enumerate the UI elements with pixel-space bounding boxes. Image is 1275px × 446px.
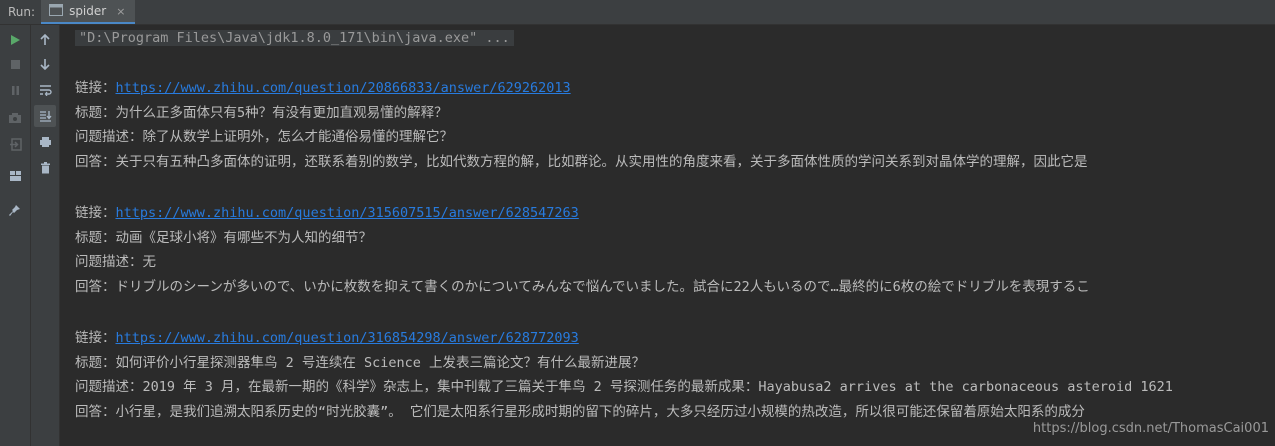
rerun-icon[interactable]: [4, 29, 26, 51]
command-line: "D:\Program Files\Java\jdk1.8.0_171\bin\…: [75, 28, 514, 48]
pause-icon[interactable]: [4, 79, 26, 101]
run-actions-toolbar: [0, 25, 31, 446]
arrow-down-icon[interactable]: [34, 53, 56, 75]
entry-title: 标题：为什么正多面体只有5种？有没有更加直观易懂的解释？: [75, 105, 448, 121]
answer-link[interactable]: https://www.zhihu.com/question/316854298…: [116, 330, 579, 346]
answer-link[interactable]: https://www.zhihu.com/question/20866833/…: [116, 80, 571, 96]
trash-icon[interactable]: [34, 157, 56, 179]
pin-icon[interactable]: [4, 199, 26, 221]
arrow-up-icon[interactable]: [34, 29, 56, 51]
entry-answer: 回答：关于只有五种凸多面体的证明，还联系着别的数学，比如代数方程的解，比如群论。…: [75, 154, 1088, 170]
tab-spider[interactable]: spider ×: [41, 0, 136, 24]
entry-description: 问题描述：无: [75, 254, 156, 270]
camera-icon[interactable]: [4, 107, 26, 129]
run-tool-window-header: Run: spider ×: [0, 0, 1275, 25]
exit-icon[interactable]: [4, 133, 26, 155]
entry-description: 问题描述：2019 年 3 月，在最新一期的《科学》杂志上，集中刊载了三篇关于隼…: [75, 379, 1173, 395]
entry-answer: 回答：ドリブルのシーンが多いので、いかに枚数を抑えて書くのかについてみんなで悩ん…: [75, 279, 1090, 295]
watermark: https://blog.csdn.net/ThomasCai001: [1032, 421, 1269, 436]
entry-answer: 回答：小行星，是我们追溯太阳系历史的“时光胶囊”。 它们是太阳系行星形成时期的留…: [75, 404, 1085, 420]
console-icon: [49, 3, 64, 19]
entry-description: 问题描述：除了从数学上证明外，怎么才能通俗易懂的理解它？: [75, 129, 453, 145]
tab-label: spider: [69, 4, 107, 18]
entry-title: 标题：动画《足球小将》有哪些不为人知的细节？: [75, 230, 372, 246]
entry-title: 标题：如何评价小行星探测器隼鸟 2 号连续在 Science 上发表三篇论文？有…: [75, 355, 646, 371]
list-item: 链接：https://www.zhihu.com/question/315607…: [75, 205, 579, 221]
soft-wrap-icon[interactable]: [34, 79, 56, 101]
list-item: 链接：https://www.zhihu.com/question/208668…: [75, 80, 571, 96]
scroll-to-end-icon[interactable]: [34, 105, 56, 127]
run-label: Run:: [8, 5, 36, 19]
console-actions-toolbar: [31, 25, 60, 446]
answer-link[interactable]: https://www.zhihu.com/question/315607515…: [116, 205, 579, 221]
close-icon[interactable]: ×: [116, 5, 125, 18]
list-item: 链接：https://www.zhihu.com/question/316854…: [75, 330, 579, 346]
console-output[interactable]: "D:\Program Files\Java\jdk1.8.0_171\bin\…: [60, 25, 1275, 446]
layout-icon[interactable]: [4, 165, 26, 187]
print-icon[interactable]: [34, 131, 56, 153]
stop-icon[interactable]: [4, 53, 26, 75]
